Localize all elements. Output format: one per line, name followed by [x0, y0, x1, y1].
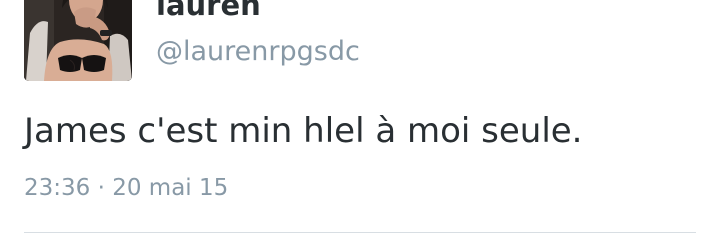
tweet-card: lauren @laurenrpgsdc James c'est min hle…	[0, 0, 720, 240]
timestamp-separator: ·	[97, 175, 105, 201]
divider	[24, 232, 696, 233]
avatar-photo-icon	[24, 0, 132, 81]
tweet-timestamp[interactable]: 23:36 · 20 mai 15	[24, 175, 228, 201]
tweet-date: 20 mai 15	[112, 175, 229, 201]
user-handle[interactable]: @laurenrpgsdc	[156, 36, 360, 67]
tweet-time: 23:36	[24, 175, 91, 201]
tweet-text: James c'est min hlel à moi seule.	[24, 111, 583, 151]
avatar[interactable]	[24, 0, 132, 81]
display-name[interactable]: lauren	[156, 0, 261, 22]
